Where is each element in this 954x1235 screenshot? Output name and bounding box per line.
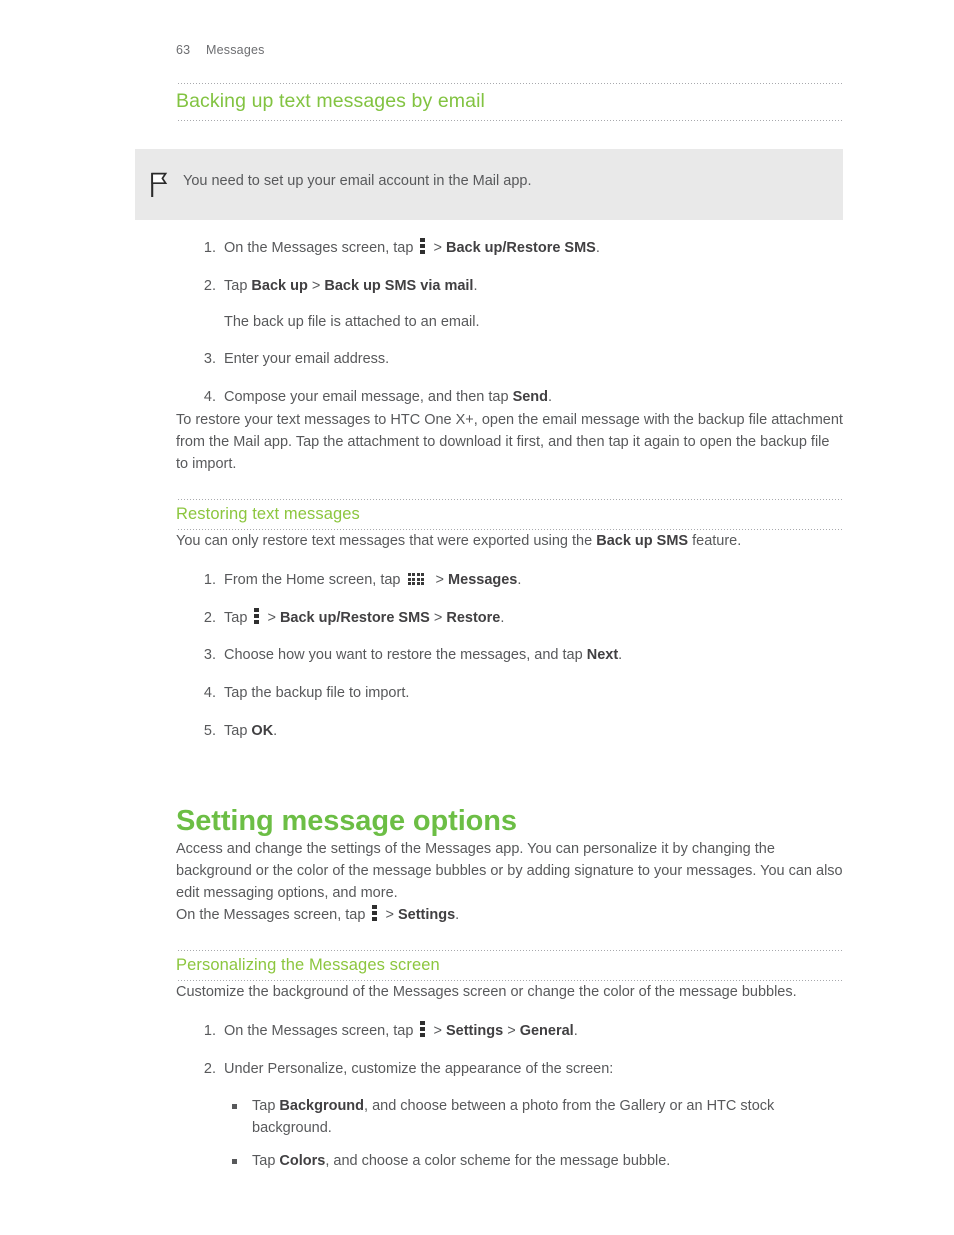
step-number: 1. — [203, 240, 216, 256]
list-item: 2. Under Personalize, customize the appe… — [176, 1059, 843, 1173]
vertical-three-dot-menu-icon[interactable] — [254, 607, 260, 624]
step-number: 2. — [203, 277, 216, 294]
list-item: Tap Colors, and choose a color scheme fo… — [224, 1151, 843, 1173]
page-title: Setting message options — [176, 804, 517, 837]
step-text: On the Messages screen, tap > Back up/Re… — [224, 238, 600, 256]
ui-term: Back up/Restore SMS — [279, 609, 430, 626]
list-item: 3. Enter your email address. — [176, 349, 843, 371]
step-text: Tap > Back up/Restore SMS > Restore. — [224, 607, 505, 626]
square-bullet-icon — [232, 1104, 237, 1110]
step-number: 2. — [203, 1060, 216, 1077]
list-item: 2. Tap Back up > Back up SMS via mail. T… — [176, 276, 843, 334]
ui-term: Messages — [448, 571, 518, 588]
note-text: You need to set up your email account in… — [183, 173, 532, 189]
paragraph-personalizing-intro: Customize the background of the Messages… — [176, 983, 797, 1000]
chapter-name: Messages — [206, 43, 265, 57]
step-text: Enter your email address. — [224, 351, 390, 368]
step-number: 1. — [203, 1022, 216, 1039]
ui-term: Back up SMS via mail — [324, 277, 474, 294]
step-text: Under Personalize, customize the appeara… — [224, 1060, 614, 1077]
ui-term: Settings — [397, 906, 456, 923]
vertical-three-dot-menu-icon[interactable] — [420, 238, 426, 254]
paragraph-settings-path: On the Messages screen, tap > Settings. — [176, 904, 460, 923]
ui-term: Settings — [445, 1022, 504, 1039]
list-item: 4. Tap the backup file to import. — [176, 683, 843, 705]
heading-restoring: Restoring text messages — [176, 504, 360, 523]
ui-term: Send — [512, 389, 549, 405]
list-item: 3. Choose how you want to restore the me… — [176, 645, 843, 667]
step-number: 5. — [203, 722, 216, 739]
list-item: 1. On the Messages screen, tap > Setting… — [176, 1020, 843, 1043]
paragraph-main-intro: Access and change the settings of the Me… — [176, 840, 843, 901]
rule-below-heading — [176, 120, 843, 121]
ui-term: Back up — [251, 277, 308, 294]
note-callout: You need to set up your email account in… — [135, 149, 843, 220]
document-page: 63 Messages Backing up text messages by … — [135, 0, 843, 1173]
step-text: Tap Back up > Back up SMS via mail. — [224, 277, 478, 294]
ui-term: Colors — [279, 1152, 326, 1169]
vertical-three-dot-menu-icon[interactable] — [420, 1020, 426, 1037]
heading-personalizing: Personalizing the Messages screen — [176, 955, 440, 974]
section-restoring: Restoring text messages — [176, 498, 843, 530]
steps-backing-up: 1. On the Messages screen, tap > Back up… — [176, 238, 843, 409]
square-bullet-icon — [232, 1158, 237, 1164]
step-text: On the Messages screen, tap > Settings >… — [224, 1020, 578, 1039]
steps-personalizing: 1. On the Messages screen, tap > Setting… — [176, 1020, 843, 1173]
list-item: 1. From the Home screen, tap > Messages. — [176, 570, 843, 592]
ui-term: Restore — [446, 609, 501, 626]
subsection-personalizing: Personalizing the Messages screen — [176, 949, 843, 981]
paragraph-restore-info: To restore your text messages to HTC One… — [176, 411, 843, 472]
step-number: 3. — [203, 647, 216, 664]
page-number: 63 — [176, 43, 191, 57]
vertical-three-dot-menu-icon[interactable] — [372, 904, 378, 921]
app-grid-icon[interactable] — [407, 573, 427, 587]
list-item: 2. Tap > Back up/Restore SMS > Restore. — [176, 607, 843, 630]
step-number: 3. — [203, 351, 216, 368]
step-number: 1. — [203, 571, 216, 588]
section-setting-message-options: Setting message options — [176, 805, 843, 838]
bullet-list-personalize-options: Tap Background, and choose between a pho… — [224, 1096, 843, 1172]
flag-icon — [135, 171, 183, 198]
steps-restoring: 1. From the Home screen, tap > Messages.… — [176, 570, 843, 743]
ui-term: General — [519, 1022, 574, 1039]
running-header: 63 Messages — [176, 0, 843, 57]
ui-term: Next — [586, 647, 619, 664]
step-text: From the Home screen, tap > Messages. — [224, 571, 522, 588]
list-item: 1. On the Messages screen, tap > Back up… — [176, 238, 843, 260]
step-text: Tap OK. — [224, 722, 278, 739]
step-number: 4. — [203, 389, 216, 405]
step-text: Tap the backup file to import. — [224, 685, 410, 702]
heading-backing-up: Backing up text messages by email — [176, 90, 485, 112]
paragraph-restoring-intro: You can only restore text messages that … — [176, 532, 742, 549]
ui-term: OK — [251, 722, 274, 739]
step-sub-note: The back up file is attached to an email… — [224, 313, 480, 330]
step-text: Choose how you want to restore the messa… — [224, 647, 623, 664]
list-item: Tap Background, and choose between a pho… — [224, 1096, 843, 1140]
step-number: 2. — [203, 609, 216, 626]
ui-term: Background — [279, 1098, 365, 1115]
step-text: Compose your email message, and then tap… — [224, 389, 553, 405]
ui-term: Back up SMS — [596, 532, 689, 549]
ui-term: Back up/Restore SMS — [445, 240, 596, 256]
step-number: 4. — [203, 685, 216, 702]
bullet-text: Tap Colors, and choose a color scheme fo… — [252, 1152, 671, 1169]
list-item: 5. Tap OK. — [176, 721, 843, 743]
bullet-text: Tap Background, and choose between a pho… — [252, 1098, 775, 1137]
section-backing-up: Backing up text messages by email — [176, 83, 843, 121]
list-item: 4. Compose your email message, and then … — [176, 387, 843, 409]
